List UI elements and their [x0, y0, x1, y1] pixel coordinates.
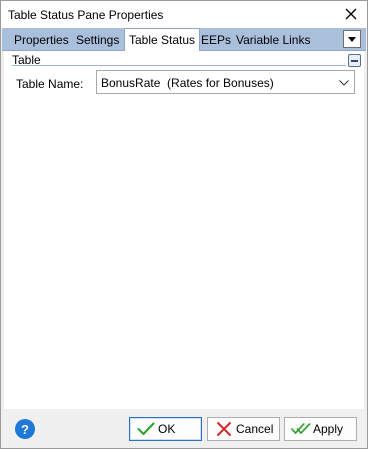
table-status-panel: Table Table Name: BonusRate (Rates for B… [4, 51, 364, 409]
table-name-select[interactable]: BonusRate (Rates for Bonuses) [96, 70, 355, 94]
table-name-label: Table Name: [16, 77, 84, 91]
double-checkmark-icon [291, 420, 311, 438]
tab-properties[interactable]: Properties [10, 30, 73, 51]
close-icon [345, 8, 357, 20]
cancel-button[interactable]: Cancel [207, 417, 280, 441]
tab-overflow-button[interactable] [343, 30, 361, 48]
window-title: Table Status Pane Properties [8, 7, 164, 22]
chevron-down-icon [338, 77, 350, 89]
checkmark-icon [136, 420, 156, 438]
dialog-window: Table Status Pane Properties Properties … [0, 0, 368, 449]
collapse-button[interactable] [348, 54, 361, 67]
tab-eeps[interactable]: EEPs [197, 30, 235, 51]
cancel-x-icon [214, 420, 234, 438]
title-bar: Table Status Pane Properties [1, 1, 367, 28]
help-icon[interactable]: ? [15, 419, 35, 439]
table-group-header: Table [4, 51, 364, 68]
cancel-label: Cancel [236, 422, 274, 436]
tab-strip: Properties Settings Table Status EEPs Va… [2, 28, 366, 51]
apply-button[interactable]: Apply [284, 417, 357, 441]
tab-table-status[interactable]: Table Status [124, 28, 201, 51]
dialog-footer: ? OK Cancel Apply [2, 409, 366, 448]
collapse-icon [351, 59, 358, 62]
table-name-value: BonusRate (Rates for Bonuses) [101, 76, 274, 90]
apply-label: Apply [313, 422, 344, 436]
tab-variable-links[interactable]: Variable Links [232, 30, 314, 51]
ok-button[interactable]: OK [129, 417, 202, 441]
close-button[interactable] [339, 3, 363, 25]
ok-label: OK [158, 422, 176, 436]
group-divider [12, 65, 346, 66]
dropdown-arrow-icon [348, 36, 356, 42]
tab-settings[interactable]: Settings [72, 30, 123, 51]
